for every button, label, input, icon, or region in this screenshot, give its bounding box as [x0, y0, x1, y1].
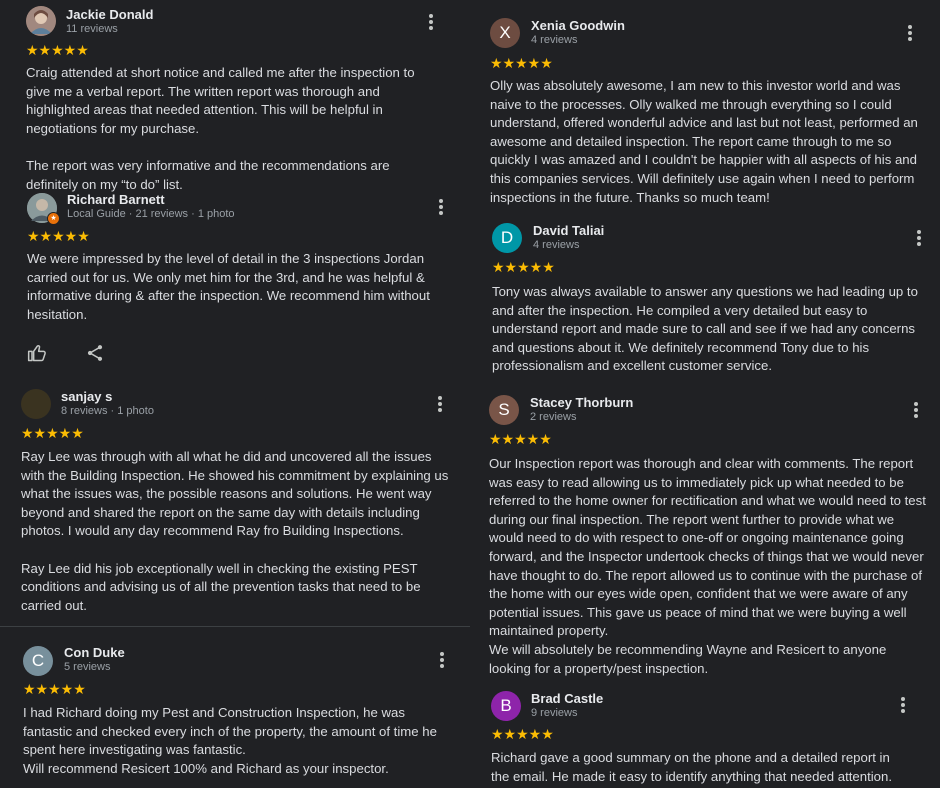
avatar[interactable]: S [489, 395, 519, 425]
right-review-column: X Xenia Goodwin 4 reviews ★★★★★ Olly was… [470, 0, 940, 788]
reviewer-meta: 4 reviews [533, 239, 580, 251]
avatar[interactable]: B [491, 691, 521, 721]
avatar[interactable]: ★ [27, 193, 60, 225]
reviewer-meta: 9 reviews [531, 707, 578, 719]
star-rating: ★★★★★ [23, 681, 86, 697]
star-rating: ★★★★★ [492, 259, 555, 275]
star-rating: ★★★★★ [21, 425, 84, 441]
star-rating: ★★★★★ [490, 55, 553, 71]
more-vert-icon[interactable] [916, 230, 922, 248]
reviewer-meta: 8 reviews · 1 photo [61, 405, 154, 417]
avatar[interactable]: D [492, 223, 522, 253]
review-text: We were impressed by the level of detail… [27, 251, 430, 322]
avatar[interactable] [21, 389, 51, 419]
star-rating: ★★★★★ [491, 726, 554, 742]
thumb-up-icon[interactable] [27, 343, 47, 363]
reviewer-name[interactable]: Stacey Thorburn [530, 395, 633, 410]
reviewer-name[interactable]: Richard Barnett [67, 192, 165, 207]
reviewer-meta: 5 reviews [64, 661, 111, 673]
review-text: Ray Lee was through with all what he did… [21, 449, 449, 613]
more-vert-icon[interactable] [907, 25, 913, 43]
more-vert-icon[interactable] [438, 199, 444, 217]
review-text: Craig attended at short notice and calle… [26, 65, 415, 192]
reviewer-name[interactable]: Con Duke [64, 645, 125, 660]
left-review-column: Jackie Donald 11 reviews ★★★★★ Craig att… [0, 0, 470, 788]
review-text: I had Richard doing my Pest and Construc… [23, 705, 437, 776]
more-vert-icon[interactable] [913, 402, 919, 420]
avatar[interactable]: X [490, 18, 520, 48]
star-rating: ★★★★★ [26, 42, 89, 58]
more-vert-icon[interactable] [900, 697, 906, 715]
reviewer-meta: Local Guide · 21 reviews · 1 photo [67, 208, 235, 220]
more-vert-icon[interactable] [437, 396, 443, 414]
reviewer-name[interactable]: Jackie Donald [66, 7, 153, 22]
star-rating: ★★★★★ [489, 431, 552, 447]
reviewer-meta: 2 reviews [530, 411, 577, 423]
share-icon[interactable] [85, 343, 105, 363]
divider [0, 626, 470, 627]
local-guide-badge-icon: ★ [47, 212, 60, 225]
review-text: Olly was absolutely awesome, I am new to… [490, 78, 918, 205]
more-vert-icon[interactable] [428, 14, 434, 32]
review-text: Richard gave a good summary on the phone… [491, 750, 893, 784]
review-text: Our Inspection report was thorough and c… [489, 456, 926, 676]
avatar[interactable]: C [23, 646, 53, 676]
more-vert-icon[interactable] [439, 652, 445, 670]
reviewer-meta: 4 reviews [531, 34, 578, 46]
reviewer-name[interactable]: David Taliai [533, 223, 604, 238]
star-rating: ★★★★★ [27, 228, 90, 244]
reviewer-name[interactable]: sanjay s [61, 389, 112, 404]
reviewer-name[interactable]: Xenia Goodwin [531, 18, 625, 33]
reviewer-meta: 11 reviews [66, 23, 118, 35]
review-text: Tony was always available to answer any … [492, 284, 918, 374]
reviewer-name[interactable]: Brad Castle [531, 691, 603, 706]
avatar[interactable] [26, 6, 56, 36]
